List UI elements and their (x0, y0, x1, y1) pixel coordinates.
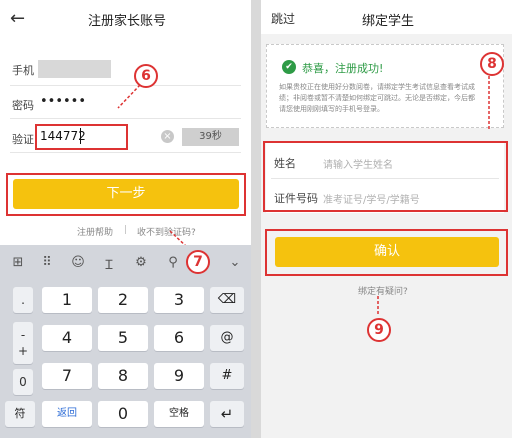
page-title: 绑定学生 (362, 14, 415, 29)
annotation-arrow-9 (377, 296, 379, 316)
symbols-key[interactable]: 符 (5, 401, 35, 427)
emoji-icon[interactable]: ☺ (68, 255, 88, 270)
key-1[interactable]: 1 (42, 287, 92, 313)
enter-key[interactable]: ↵ (210, 401, 244, 427)
bind-student-screen: 跳过 绑定学生 ✔ 恭喜，注册成功! 如果贵校正在使用好分数阅卷，请绑定学生考试… (261, 0, 512, 438)
keypad-icon[interactable]: ⠿ (37, 255, 57, 270)
key-dot[interactable]: . (13, 287, 33, 313)
annotation-arrow-8 (488, 76, 490, 130)
cursor-icon[interactable]: Ɪ (99, 255, 119, 273)
verify-label: 验证 (12, 133, 34, 146)
collapse-keyboard-icon[interactable]: ⌄ (225, 255, 245, 270)
countdown-button[interactable]: 39秒 (182, 128, 239, 146)
key-5[interactable]: 5 (98, 325, 148, 351)
register-parent-screen: ← 注册家长账号 手机 密码 •••••• 验证 144772 × 39秒 6 … (0, 0, 251, 438)
check-icon: ✔ (282, 60, 296, 74)
key-6[interactable]: 6 (154, 325, 204, 351)
key-7[interactable]: 7 (42, 363, 92, 389)
key-2[interactable]: 2 (98, 287, 148, 313)
annotation-box-form (263, 141, 508, 212)
annotation-arrow-6 (117, 84, 141, 109)
settings-icon[interactable]: ⚙ (131, 255, 151, 270)
phone-label: 手机 (12, 64, 34, 77)
annotation-marker-7: 7 (186, 250, 210, 274)
key-left-zero[interactable]: 0 (13, 369, 33, 395)
space-key[interactable]: 空格 (154, 401, 204, 427)
return-key[interactable]: 返回 (42, 401, 92, 427)
skip-button[interactable]: 跳过 (271, 10, 295, 27)
annotation-box-verify (35, 124, 128, 150)
key-3[interactable]: 3 (154, 287, 204, 313)
key-hash[interactable]: # (210, 363, 244, 389)
success-message: 恭喜，注册成功! (302, 62, 384, 75)
annotation-box-next (6, 173, 246, 216)
key-at[interactable]: @ (210, 325, 244, 351)
key-8[interactable]: 8 (98, 363, 148, 389)
password-label: 密码 (12, 99, 34, 112)
registration-help-link[interactable]: 注册帮助 (77, 225, 113, 238)
page-title: 注册家长账号 (88, 14, 167, 29)
back-arrow-icon[interactable]: ← (10, 8, 25, 29)
bind-info-text: 如果贵校正在使用好分数阅卷，请绑定学生考试信息查看考试成绩；非阅卷或暂不清楚如何… (279, 83, 475, 113)
key-9[interactable]: 9 (154, 363, 204, 389)
clear-icon[interactable]: × (161, 130, 174, 143)
key-plus[interactable]: + (13, 338, 33, 364)
backspace-key[interactable]: ⌫ (210, 287, 244, 313)
phone-field[interactable] (38, 60, 111, 78)
annotation-marker-9: 9 (367, 318, 391, 342)
password-field[interactable]: •••••• (40, 94, 86, 109)
search-icon[interactable]: ⚲ (163, 255, 183, 270)
grid-icon[interactable]: ⊞ (8, 255, 28, 270)
annotation-box-confirm (265, 229, 508, 276)
key-4[interactable]: 4 (42, 325, 92, 351)
key-0[interactable]: 0 (98, 401, 148, 427)
annotation-marker-8: 8 (480, 52, 504, 76)
link-separator: | (124, 225, 128, 235)
